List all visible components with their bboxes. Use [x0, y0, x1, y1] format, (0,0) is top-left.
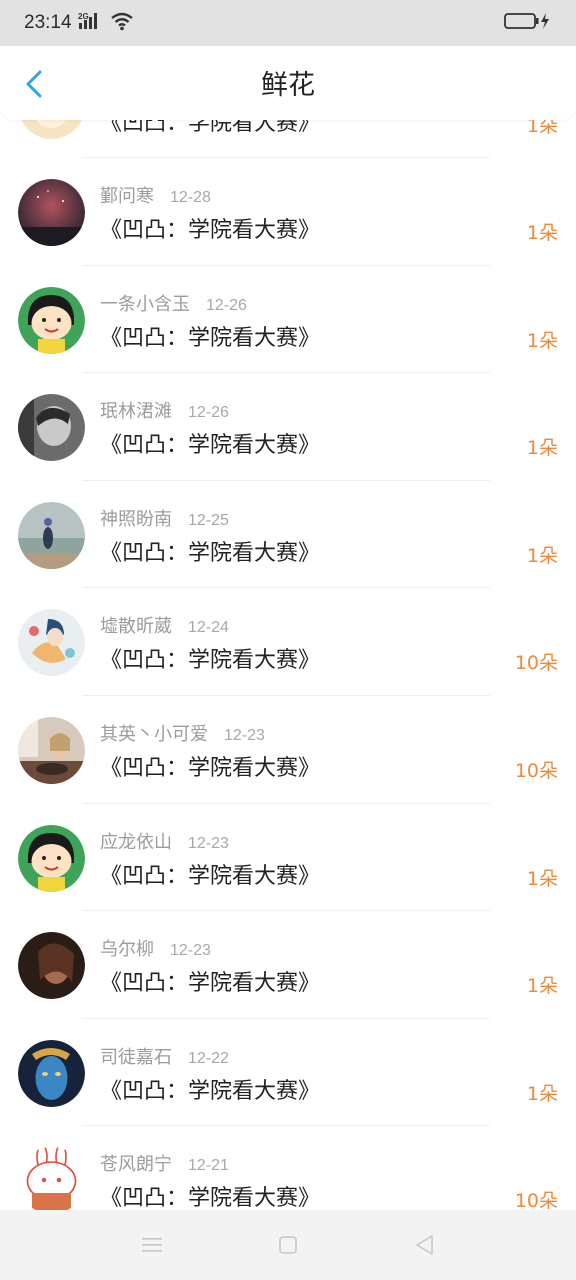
status-time: 23:14 [24, 12, 72, 33]
avatar-icon [18, 394, 85, 462]
user-name: 其英丶小可爱 [100, 723, 208, 745]
flower-amount: 1朵 [526, 222, 558, 244]
user-name: 司徒嘉石 [100, 1046, 172, 1068]
work-title: 《凹凸：学院看大赛》 [100, 971, 321, 997]
flower-amount: 1朵 [526, 544, 558, 567]
avatar-icon [18, 1147, 85, 1215]
avatar-icon [18, 932, 85, 1000]
avatar-icon [18, 179, 85, 246]
date: 12-25 [188, 511, 229, 529]
user-name: 神照盼南 [100, 508, 172, 530]
home-button[interactable] [274, 1232, 302, 1258]
user-name: 应龙依山 [100, 831, 172, 853]
avatar-icon [18, 1039, 85, 1107]
navigation-bar [0, 1210, 576, 1280]
menu-button[interactable] [138, 1232, 166, 1258]
user-name: 珉林涒滩 [100, 401, 172, 423]
list-item[interactable]: 神照盼南 12-25 《凹凸：学院看大赛》 1朵 [0, 481, 576, 589]
list-item[interactable]: 墟散昕葳 12-24 《凹凸：学院看大赛》 10朵 [0, 588, 576, 696]
back-button[interactable] [16, 64, 52, 104]
flower-amount: 1朵 [526, 329, 558, 352]
user-name: 乌尔柳 [100, 939, 154, 961]
user-name: 墟散昕葳 [100, 616, 172, 638]
user-name: 苍风朗宁 [100, 1154, 172, 1176]
svg-text:2G: 2G [78, 12, 89, 21]
avatar-icon [18, 716, 85, 784]
list-item[interactable]: 珉林涒滩 12-26 《凹凸：学院看大赛》 1朵 [0, 373, 576, 481]
date: 12-23 [170, 942, 211, 960]
work-title: 《凹凸：学院看大赛》 [100, 325, 321, 351]
flower-amount: 1朵 [526, 437, 558, 460]
menu-icon [142, 1238, 162, 1252]
date: 12-22 [188, 1049, 229, 1067]
work-title: 《凹凸：学院看大赛》 [100, 1186, 321, 1212]
list-item[interactable]: 一条小含玉 12-26 《凹凸：学院看大赛》 1朵 [0, 266, 576, 374]
date: 12-26 [188, 404, 229, 422]
flower-amount: 1朵 [526, 1082, 558, 1105]
user-name: 一条小含玉 [100, 293, 190, 315]
date: 12-21 [188, 1157, 229, 1175]
list-item[interactable]: 应龙依山 12-23 《凹凸：学院看大赛》 1朵 [0, 804, 576, 912]
header: 鲜花 [0, 46, 576, 120]
flower-amount: 1朵 [526, 867, 558, 890]
wifi-icon [110, 11, 134, 36]
work-title: 《凹凸：学院看大赛》 [100, 648, 321, 674]
work-title: 《凹凸：学院看大赛》 [100, 1078, 321, 1104]
list-item[interactable]: 乌尔柳 12-23 《凹凸：学院看大赛》 1朵 [0, 911, 576, 1019]
status-bar: 23:14 2G [0, 0, 576, 46]
page-title: 鲜花 [261, 70, 315, 101]
flower-amount: 10朵 [514, 759, 558, 782]
list-item[interactable]: 鄞问寒 12-28 《凹凸：学院看大赛》 1朵 [0, 158, 576, 266]
flower-amount: 1朵 [526, 975, 558, 998]
list-item[interactable]: 司徒嘉石 12-22 《凹凸：学院看大赛》 1朵 [0, 1019, 576, 1127]
avatar-icon [18, 824, 85, 892]
work-title: 《凹凸：学院看大赛》 [100, 540, 321, 566]
back-nav-button[interactable] [410, 1232, 438, 1258]
avatar-icon [18, 501, 85, 569]
flower-list: 《凹凸：学院看大赛》 1朵 鄞问寒 12-28 《凹凸：学院看大赛》 1朵 一条… [0, 52, 576, 1234]
date: 12-26 [206, 296, 247, 314]
chevron-left-icon [26, 70, 42, 98]
date: 12-24 [188, 619, 229, 637]
date: 12-28 [170, 189, 211, 206]
work-title: 《凹凸：学院看大赛》 [100, 755, 321, 781]
user-name: 鄞问寒 [100, 186, 154, 207]
signal-icon: 2G [78, 11, 104, 36]
flower-amount: 10朵 [514, 652, 558, 675]
list-item[interactable]: 其英丶小可爱 12-23 《凹凸：学院看大赛》 10朵 [0, 696, 576, 804]
work-title: 《凹凸：学院看大赛》 [100, 218, 321, 243]
date: 12-23 [188, 834, 229, 852]
avatar-icon [18, 286, 85, 354]
date: 12-23 [224, 726, 265, 744]
work-title: 《凹凸：学院看大赛》 [100, 433, 321, 459]
work-title: 《凹凸：学院看大赛》 [100, 863, 321, 889]
battery-charging-icon [504, 11, 552, 36]
back-triangle-icon [416, 1235, 433, 1255]
home-icon [279, 1236, 297, 1254]
avatar-icon [18, 609, 85, 677]
